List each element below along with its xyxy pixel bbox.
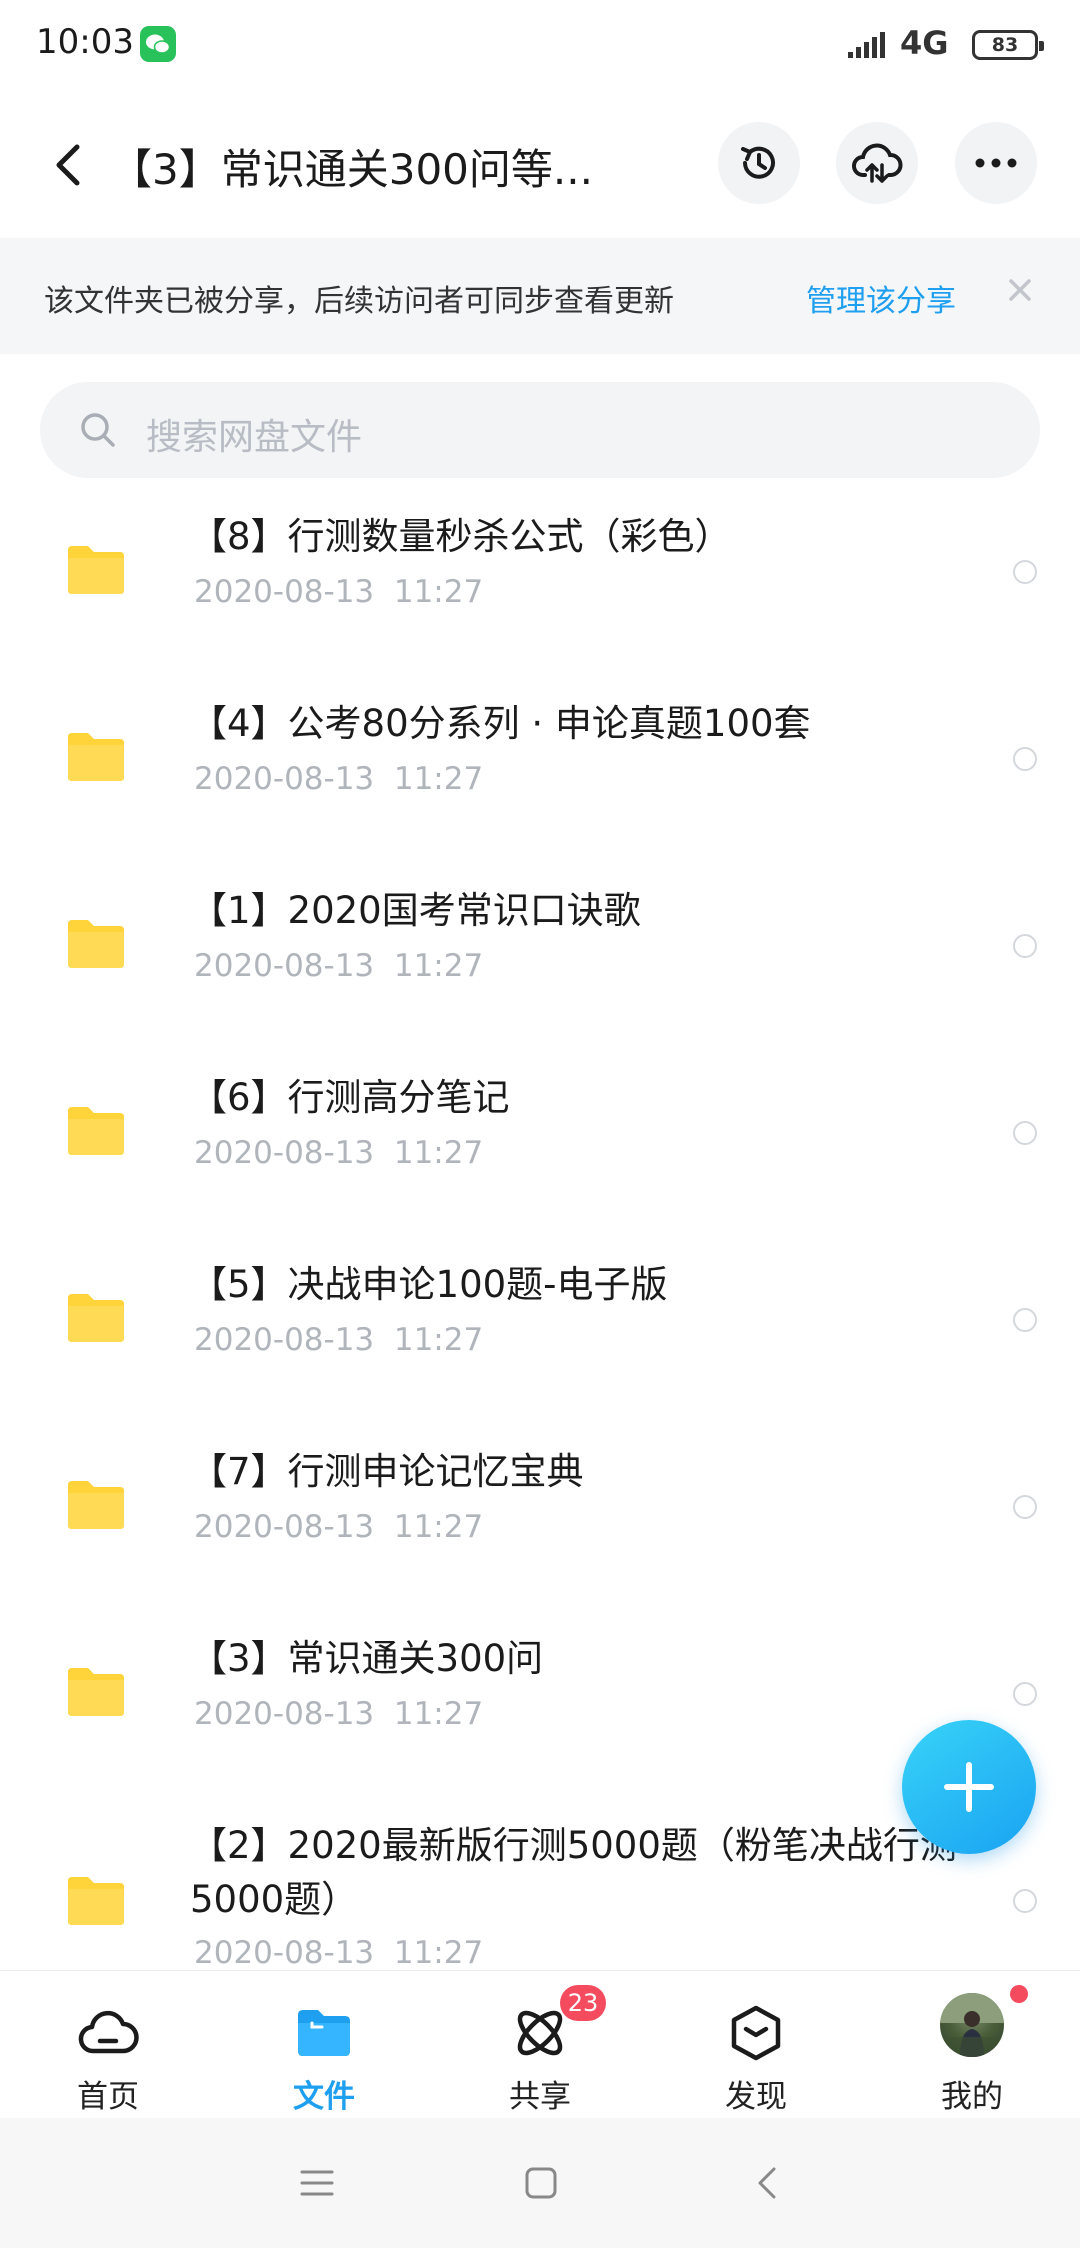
signal-icon bbox=[846, 30, 890, 60]
select-checkbox[interactable] bbox=[1013, 1308, 1037, 1332]
avatar bbox=[940, 1993, 1004, 2057]
folder-icon bbox=[68, 1877, 124, 1925]
wechat-notification-icon bbox=[140, 26, 176, 62]
nav-label: 共享 bbox=[509, 2079, 571, 2115]
network-type: 4G bbox=[900, 24, 949, 62]
square-home-icon bbox=[525, 2167, 557, 2199]
nav-label: 我的 bbox=[941, 2079, 1003, 2115]
bottom-nav: 首页 文件 23 共享 发现 我的 bbox=[0, 1970, 1080, 2118]
folder-icon bbox=[68, 1668, 124, 1716]
file-name: 【5】决战申论100题-电子版 bbox=[190, 1263, 668, 1306]
file-name: 【3】常识通关300问 bbox=[190, 1637, 544, 1680]
add-button[interactable] bbox=[902, 1720, 1036, 1854]
file-date: 2020-08-13 11:27 bbox=[194, 574, 484, 610]
nav-item-discover[interactable]: 发现 bbox=[648, 1971, 864, 2119]
hexagon-discover-icon bbox=[731, 2005, 781, 2061]
battery-indicator: 83 bbox=[972, 30, 1044, 60]
status-time: 10:03 bbox=[36, 22, 134, 62]
nav-item-me[interactable]: 我的 bbox=[864, 1971, 1080, 2119]
nav-label: 发现 bbox=[725, 2079, 787, 2115]
system-nav-bar bbox=[0, 2118, 1080, 2248]
share-count-badge: 23 bbox=[560, 1985, 606, 2021]
nav-item-files[interactable]: 文件 bbox=[216, 1971, 432, 2119]
plus-icon bbox=[944, 1762, 994, 1812]
file-row[interactable]: 【7】行测申论记忆宝典 2020-08-13 11:27 bbox=[0, 1425, 1080, 1612]
back-button[interactable] bbox=[40, 132, 96, 198]
folder-icon bbox=[68, 733, 124, 781]
folder-icon bbox=[298, 2010, 350, 2056]
page-title: 【3】常识通关300问等... bbox=[110, 145, 593, 194]
history-button[interactable] bbox=[718, 122, 800, 204]
file-row[interactable]: 【5】决战申论100题-电子版 2020-08-13 11:27 bbox=[0, 1238, 1080, 1425]
select-checkbox[interactable] bbox=[1013, 1682, 1037, 1706]
folder-icon bbox=[68, 920, 124, 968]
status-bar: 10:03 4G 83 bbox=[0, 0, 1080, 90]
file-name: 【4】公考80分系列 · 申论真题100套 bbox=[190, 702, 811, 745]
cloud-transfer-button[interactable] bbox=[836, 122, 918, 204]
file-name: 【2】2020最新版行测5000题（粉笔决战行测5000题） bbox=[190, 1824, 957, 1921]
home-button[interactable] bbox=[516, 2158, 566, 2208]
notification-dot bbox=[1010, 1985, 1028, 2003]
select-checkbox[interactable] bbox=[1013, 934, 1037, 958]
cloud-transfer-icon bbox=[852, 143, 903, 183]
search-icon bbox=[78, 410, 118, 450]
chevron-left-icon bbox=[56, 144, 80, 186]
file-name: 【6】行测高分笔记 bbox=[190, 1076, 510, 1119]
close-icon bbox=[1009, 279, 1031, 301]
nav-item-home[interactable]: 首页 bbox=[0, 1971, 216, 2119]
history-icon bbox=[741, 146, 775, 179]
select-checkbox[interactable] bbox=[1013, 1889, 1037, 1913]
file-date: 2020-08-13 11:27 bbox=[194, 1322, 484, 1358]
nav-label: 首页 bbox=[77, 2079, 139, 2115]
folder-icon bbox=[68, 546, 124, 594]
share-banner-text: 该文件夹已被分享，后续访问者可同步查看更新 bbox=[44, 284, 674, 319]
manage-share-link[interactable]: 管理该分享 bbox=[806, 276, 956, 320]
file-date: 2020-08-13 11:27 bbox=[194, 1935, 484, 1970]
share-banner: 该文件夹已被分享，后续访问者可同步查看更新 管理该分享 bbox=[0, 238, 1080, 354]
menu-button[interactable] bbox=[292, 2158, 342, 2208]
folder-icon bbox=[68, 1294, 124, 1342]
file-date: 2020-08-13 11:27 bbox=[194, 1135, 484, 1171]
file-row[interactable]: 【6】行测高分笔记 2020-08-13 11:27 bbox=[0, 1051, 1080, 1238]
more-dots-icon bbox=[975, 158, 1017, 168]
file-name: 【1】2020国考常识口诀歌 bbox=[190, 889, 641, 932]
file-name: 【8】行测数量秒杀公式（彩色） bbox=[190, 515, 732, 558]
select-checkbox[interactable] bbox=[1013, 747, 1037, 771]
cloud-home-icon bbox=[78, 2010, 139, 2054]
back-system-button[interactable] bbox=[742, 2158, 792, 2208]
search-placeholder: 搜索网盘文件 bbox=[146, 417, 363, 458]
file-name: 【7】行测申论记忆宝典 bbox=[190, 1450, 584, 1493]
close-banner-button[interactable] bbox=[1000, 270, 1040, 310]
select-checkbox[interactable] bbox=[1013, 1495, 1037, 1519]
folder-icon bbox=[68, 1481, 124, 1529]
file-row[interactable]: 【8】行测数量秒杀公式（彩色） 2020-08-13 11:27 bbox=[0, 490, 1080, 677]
nav-item-share[interactable]: 23 共享 bbox=[432, 1971, 648, 2119]
menu-icon bbox=[300, 2170, 334, 2196]
nav-label: 文件 bbox=[293, 2079, 355, 2115]
file-date: 2020-08-13 11:27 bbox=[194, 1509, 484, 1545]
select-checkbox[interactable] bbox=[1013, 1121, 1037, 1145]
header: 【3】常识通关300问等... bbox=[0, 110, 1080, 220]
file-date: 2020-08-13 11:27 bbox=[194, 761, 484, 797]
search-input[interactable]: 搜索网盘文件 bbox=[40, 382, 1040, 478]
file-row[interactable]: 【1】2020国考常识口诀歌 2020-08-13 11:27 bbox=[0, 864, 1080, 1051]
file-date: 2020-08-13 11:27 bbox=[194, 948, 484, 984]
file-date: 2020-08-13 11:27 bbox=[194, 1696, 484, 1732]
folder-icon bbox=[68, 1107, 124, 1155]
select-checkbox[interactable] bbox=[1013, 560, 1037, 584]
chevron-left-icon bbox=[758, 2167, 776, 2199]
file-row[interactable]: 【4】公考80分系列 · 申论真题100套 2020-08-13 11:27 bbox=[0, 677, 1080, 864]
more-button[interactable] bbox=[955, 122, 1037, 204]
